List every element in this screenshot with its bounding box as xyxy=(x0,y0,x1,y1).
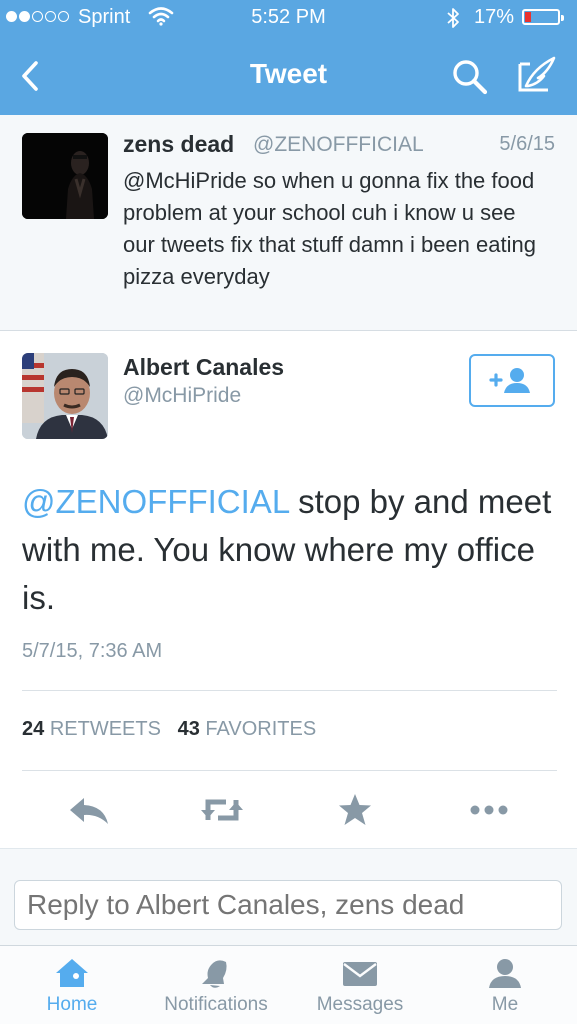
retweets-stat[interactable]: 24 RETWEETS xyxy=(22,718,161,740)
status-bar: Sprint 5:52 PM 17% xyxy=(0,0,577,36)
tab-label: Messages xyxy=(316,994,404,1015)
person-icon xyxy=(489,959,521,988)
battery-icon xyxy=(522,9,564,25)
author-handle[interactable]: @McHiPride xyxy=(123,384,241,408)
tab-messages[interactable]: Messages xyxy=(288,946,432,1025)
star-icon[interactable] xyxy=(327,788,383,832)
tab-label: Me xyxy=(491,994,519,1015)
follow-button[interactable] xyxy=(469,354,555,407)
tab-label: Notifications xyxy=(164,994,268,1015)
reply-input[interactable] xyxy=(14,880,562,930)
envelope-icon xyxy=(343,962,377,986)
add-user-icon xyxy=(489,368,530,393)
tweet-stats: 24 RETWEETS 43 FAVORITES xyxy=(22,718,316,741)
compose-icon[interactable] xyxy=(514,54,560,96)
tab-home[interactable]: Home xyxy=(0,946,144,1025)
avatar[interactable] xyxy=(22,353,108,439)
author-name[interactable]: Albert Canales xyxy=(123,354,284,381)
tweet-date: 5/6/15 xyxy=(499,133,555,155)
parent-tweet[interactable]: zens dead @ZENOFFFICIAL 5/6/15 @McHiPrid… xyxy=(0,115,577,331)
divider xyxy=(22,690,557,691)
author-name[interactable]: zens dead xyxy=(123,131,234,158)
tweet-timestamp: 5/7/15, 7:36 AM xyxy=(22,640,163,662)
avatar-photo xyxy=(22,133,108,219)
tab-bar: Home Notifications Messages Me xyxy=(0,945,577,1024)
bluetooth-icon xyxy=(447,8,459,28)
tab-label: Home xyxy=(46,994,98,1015)
avatar[interactable] xyxy=(22,133,108,219)
avatar-photo xyxy=(22,353,108,439)
tweet-text: @ZENOFFFICIAL stop by and meet with me. … xyxy=(22,478,557,622)
bell-icon xyxy=(202,960,227,988)
author-handle[interactable]: @ZENOFFFICIAL xyxy=(253,133,424,157)
tweet-text: @McHiPride so when u gonna fix the food … xyxy=(123,168,536,289)
more-icon[interactable] xyxy=(461,788,517,832)
battery-percent: 17% xyxy=(474,6,515,28)
tab-notifications[interactable]: Notifications xyxy=(144,946,288,1025)
home-icon xyxy=(56,959,88,987)
mention-link[interactable]: @ZENOFFFICIAL xyxy=(22,483,289,520)
divider xyxy=(22,770,557,771)
tab-me[interactable]: Me xyxy=(433,946,577,1025)
retweet-icon[interactable] xyxy=(194,788,250,832)
search-icon[interactable] xyxy=(448,56,492,96)
favorites-stat[interactable]: 43 FAVORITES xyxy=(178,718,317,740)
reply-icon[interactable] xyxy=(60,788,116,832)
